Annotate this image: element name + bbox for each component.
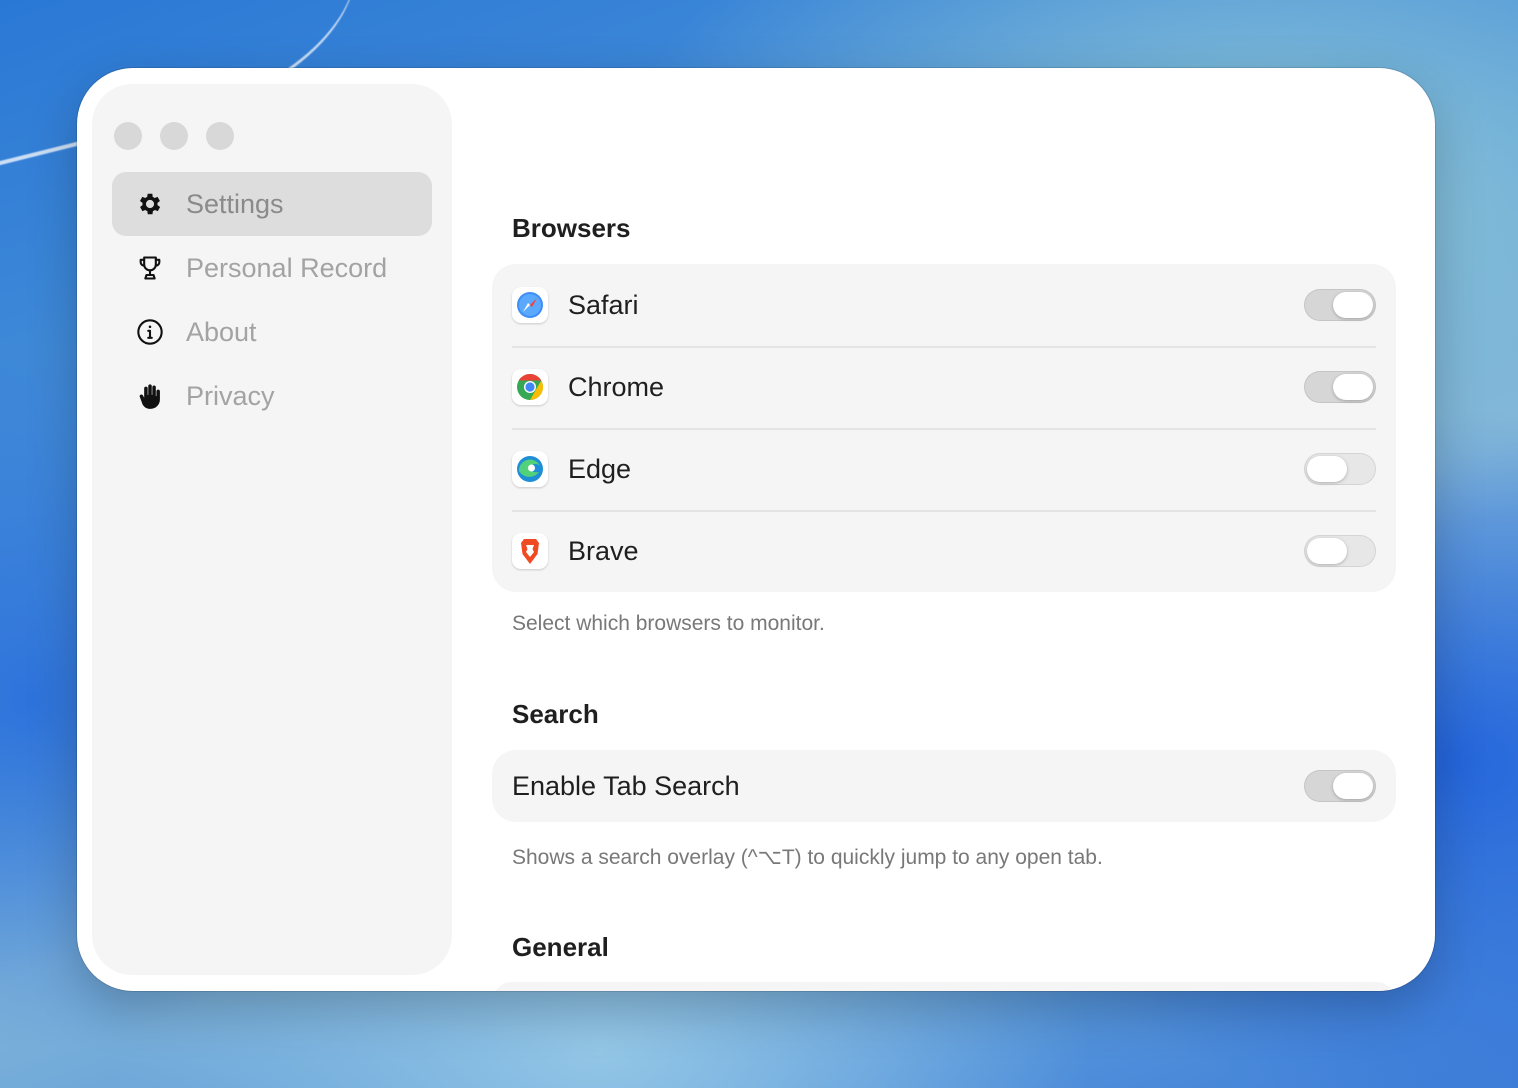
toggle-knob xyxy=(1333,374,1373,400)
sidebar-item-settings[interactable]: Settings xyxy=(112,172,432,236)
tab-search-toggle[interactable] xyxy=(1304,770,1376,802)
safari-toggle[interactable] xyxy=(1304,289,1376,321)
sidebar-item-personal-record[interactable]: Personal Record xyxy=(112,236,432,300)
gear-icon xyxy=(136,190,164,218)
info-circle-icon xyxy=(136,318,164,346)
tab-search-label: Enable Tab Search xyxy=(512,770,740,801)
zoom-button[interactable] xyxy=(206,122,234,150)
toggle-knob xyxy=(1333,292,1373,318)
general-card xyxy=(492,982,1396,991)
chrome-icon xyxy=(512,369,548,405)
window-controls xyxy=(114,122,234,150)
browser-label: Brave xyxy=(568,535,639,566)
toggle-knob xyxy=(1307,538,1347,564)
edge-icon xyxy=(512,451,548,487)
browser-label: Edge xyxy=(568,453,632,484)
browsers-caption: Select which browsers to monitor. xyxy=(512,612,825,635)
search-caption: Shows a search overlay (^⌥T) to quickly … xyxy=(512,846,1103,869)
settings-content: Browsers Safari Chrome Edge Brave Select… xyxy=(492,68,1396,991)
toggle-knob xyxy=(1333,773,1373,799)
sidebar-item-label: Privacy xyxy=(186,380,275,411)
browsers-card: Safari Chrome Edge Brave xyxy=(492,264,1396,592)
safari-icon xyxy=(512,287,548,323)
trophy-icon xyxy=(136,254,164,282)
toggle-knob xyxy=(1307,456,1347,482)
sidebar-nav: Settings Personal Record About Privacy xyxy=(112,172,432,428)
browser-row-chrome: Chrome xyxy=(492,346,1396,428)
tab-search-row: Enable Tab Search xyxy=(492,750,1396,822)
sidebar-item-label: Personal Record xyxy=(186,252,388,283)
brave-icon xyxy=(512,533,548,569)
search-card: Enable Tab Search xyxy=(492,750,1396,822)
chrome-toggle[interactable] xyxy=(1304,371,1376,403)
browser-row-edge: Edge xyxy=(492,428,1396,510)
search-section-title: Search xyxy=(512,699,599,729)
minimize-button[interactable] xyxy=(160,122,188,150)
close-button[interactable] xyxy=(114,122,142,150)
browsers-section-title: Browsers xyxy=(512,213,631,243)
sidebar-item-about[interactable]: About xyxy=(112,300,432,364)
general-section-title: General xyxy=(512,932,609,962)
sidebar-item-privacy[interactable]: Privacy xyxy=(112,364,432,428)
browser-label: Safari xyxy=(568,289,639,320)
browser-label: Chrome xyxy=(568,371,665,402)
edge-toggle[interactable] xyxy=(1304,453,1376,485)
hand-raised-icon xyxy=(136,382,164,410)
browser-row-brave: Brave xyxy=(492,510,1396,592)
browser-row-safari: Safari xyxy=(492,264,1396,346)
sidebar-item-label: About xyxy=(186,316,257,347)
sidebar: Settings Personal Record About Privacy xyxy=(92,84,452,975)
sidebar-item-label: Settings xyxy=(186,188,284,219)
brave-toggle[interactable] xyxy=(1304,535,1376,567)
settings-window: Settings Personal Record About Privacy B… xyxy=(77,68,1435,991)
